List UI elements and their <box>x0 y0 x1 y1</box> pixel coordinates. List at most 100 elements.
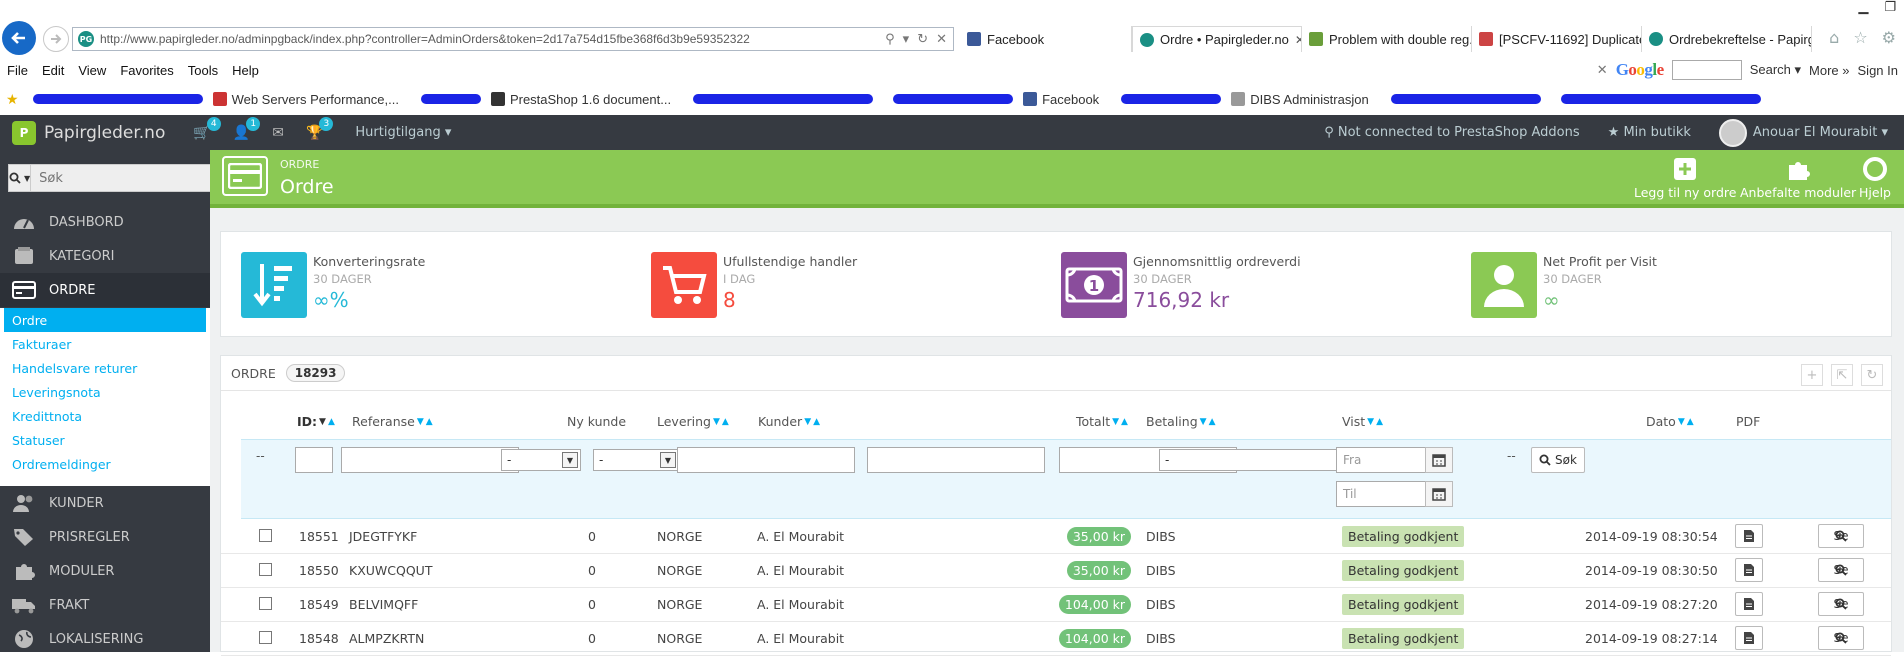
nav-modules[interactable]: MODULER <box>0 554 210 588</box>
search-icon[interactable]: ⚲ <box>885 32 895 47</box>
pdf-button[interactable] <box>1735 524 1763 548</box>
sort-asc-icon[interactable]: ▲ <box>328 417 335 427</box>
stop-icon[interactable]: ✕ <box>936 32 947 47</box>
filter-id-input[interactable] <box>295 447 333 473</box>
export-icon[interactable]: ⇱ <box>1831 364 1853 386</box>
view-order-button[interactable]: Se <box>1818 558 1864 582</box>
sort-desc-icon[interactable]: ▼ <box>713 417 720 427</box>
menu-favorites[interactable]: Favorites <box>113 63 180 78</box>
back-button[interactable] <box>2 21 36 55</box>
submenu-merchandise-returns[interactable]: Handelsvare returer <box>0 356 210 380</box>
dropdown-icon[interactable]: ▾ <box>903 32 910 47</box>
google-search-input[interactable] <box>1671 60 1742 80</box>
menu-edit[interactable]: Edit <box>35 63 71 78</box>
pdf-button[interactable] <box>1735 626 1763 650</box>
menu-view[interactable]: View <box>71 63 113 78</box>
sort-asc-icon[interactable]: ▲ <box>722 417 729 427</box>
submenu-delivery-slips[interactable]: Leveringsnota <box>0 380 210 404</box>
nav-localization[interactable]: LOKALISERING <box>0 622 210 656</box>
col-date[interactable]: Dato ▼ ▲ <box>1646 414 1694 429</box>
add-icon[interactable]: + <box>1801 364 1823 386</box>
sort-desc-icon[interactable]: ▼ <box>1112 417 1119 427</box>
tab-forum[interactable]: Problem with double reg... <box>1302 26 1472 52</box>
col-customer[interactable]: Kunder ▼ ▲ <box>758 414 820 429</box>
sort-desc-icon[interactable]: ▼ <box>1200 417 1207 427</box>
home-icon[interactable]: ⌂ <box>1829 28 1839 47</box>
favorites-star-icon[interactable]: ★ <box>6 91 19 108</box>
nav-dashboard[interactable]: DASHBORD <box>0 205 210 239</box>
filter-date-to[interactable]: Til <box>1336 481 1428 507</box>
google-search-button[interactable]: Search ▾ <box>1750 62 1801 78</box>
user-icon[interactable]: 👤 1 <box>233 116 261 141</box>
restore-icon[interactable]: ❐ <box>1884 0 1896 15</box>
close-toolbar-icon[interactable]: ✕ <box>1597 62 1608 78</box>
menu-tools[interactable]: Tools <box>181 63 225 78</box>
minimize-icon[interactable]: ▁ <box>1858 0 1868 15</box>
col-payment[interactable]: Betaling ▼ ▲ <box>1146 414 1215 429</box>
calendar-icon[interactable] <box>1425 481 1453 507</box>
search-type-button[interactable]: ▼ <box>8 164 31 192</box>
sort-asc-icon[interactable]: ▲ <box>1209 417 1216 427</box>
refresh-icon[interactable]: ↻ <box>1861 364 1883 386</box>
tab-orders[interactable]: Ordre • Papirgleder.no ✕ <box>1132 26 1302 52</box>
sort-asc-icon[interactable]: ▲ <box>813 417 820 427</box>
col-reference[interactable]: Referanse ▼ ▲ <box>352 414 433 429</box>
filter-customer-input[interactable] <box>677 447 855 473</box>
filter-new-customer-select[interactable]: - ▼ <box>501 449 581 471</box>
submenu-statuses[interactable]: Statuser <box>0 428 210 452</box>
sort-desc-icon[interactable]: ▼ <box>319 417 326 427</box>
envelope-icon[interactable]: ✉ <box>272 125 284 141</box>
row-checkbox[interactable] <box>259 597 272 610</box>
col-id[interactable]: ID: ▼ ▲ <box>297 414 335 429</box>
shop-name[interactable]: Papirgleder.no <box>44 123 165 143</box>
fav-dibs[interactable]: DIBS Administrasjon <box>1231 92 1369 107</box>
filter-delivery-select[interactable]: - ▼ <box>593 449 679 471</box>
fav-web-servers[interactable]: Web Servers Performance,... <box>212 92 399 107</box>
row-checkbox[interactable] <box>259 563 272 576</box>
tab-facebook[interactable]: Facebook <box>960 26 1132 52</box>
submenu-order-messages[interactable]: Ordremeldinger <box>0 452 210 476</box>
table-row[interactable]: 18550 KXUWCQQUT 0 NORGE A. El Mourabit 35,00 … <box>221 554 1891 588</box>
user-menu[interactable]: Anouar El Mourabit ▾ <box>1718 118 1888 147</box>
fav-prestashop-docs[interactable]: PrestaShop 1.6 document... <box>490 92 671 107</box>
quick-access-menu[interactable]: Hurtigtilgang ▾ <box>355 125 451 140</box>
address-url[interactable]: http://www.papirgleder.no/adminpgback/in… <box>100 32 885 46</box>
filter-date-from[interactable]: Fra <box>1336 447 1428 473</box>
pdf-button[interactable] <box>1735 592 1763 616</box>
nav-customers[interactable]: KUNDER <box>0 486 210 520</box>
submenu-credit-slips[interactable]: Kredittnota <box>0 404 210 428</box>
gear-icon[interactable]: ⚙ <box>1882 28 1896 47</box>
row-checkbox[interactable] <box>259 631 272 644</box>
submenu-orders[interactable]: Ordre <box>4 308 206 332</box>
add-new-order-button[interactable]: Legg til ny ordre <box>1634 156 1736 200</box>
more-button[interactable]: More » <box>1809 63 1849 78</box>
sort-asc-icon[interactable]: ▲ <box>1376 417 1383 427</box>
cart-icon[interactable]: 🛒 4 <box>193 116 221 141</box>
tab-jira[interactable]: [PSCFV-11692] Duplicate ... <box>1472 26 1642 52</box>
kpi-conversion[interactable]: Konverteringsrate 30 DAGER ∞% <box>241 252 425 318</box>
view-order-button[interactable]: Se <box>1818 524 1864 548</box>
row-checkbox[interactable] <box>259 529 272 542</box>
sort-desc-icon[interactable]: ▼ <box>1367 417 1374 427</box>
nav-catalog[interactable]: KATEGORI <box>0 239 210 273</box>
pdf-button[interactable] <box>1735 558 1763 582</box>
filter-reference-input[interactable] <box>341 447 519 473</box>
view-order-button[interactable]: Se <box>1818 626 1864 650</box>
addons-status[interactable]: ⚲ Not connected to PrestaShop Addons <box>1324 125 1579 140</box>
refresh-icon[interactable]: ↻ <box>917 32 928 47</box>
submenu-invoices[interactable]: Fakturaer <box>0 332 210 356</box>
nav-orders[interactable]: ORDRE <box>0 273 210 307</box>
forward-button[interactable] <box>43 26 69 52</box>
filter-total-input[interactable] <box>867 447 1045 473</box>
sign-in-link[interactable]: Sign In <box>1858 63 1898 78</box>
menu-file[interactable]: File <box>0 63 35 78</box>
nav-price-rules[interactable]: PRISREGLER <box>0 520 210 554</box>
tab-confirmation[interactable]: Ordrebekreftelse - Papirg... <box>1642 26 1812 52</box>
kpi-abandoned-carts[interactable]: Ufullstendige handler I DAG 8 <box>651 252 857 318</box>
sort-asc-icon[interactable]: ▲ <box>1121 417 1128 427</box>
close-tab-icon[interactable]: ✕ <box>1289 33 1301 47</box>
my-shop-link[interactable]: ★ Min butikk <box>1608 125 1691 140</box>
kpi-net-profit[interactable]: Net Profit per Visit 30 DAGER ∞ <box>1471 252 1657 318</box>
filter-search-button[interactable]: Søk <box>1531 447 1585 473</box>
kpi-average-order[interactable]: 1 Gjennomsnittlig ordreverdi 30 DAGER 71… <box>1061 252 1301 318</box>
